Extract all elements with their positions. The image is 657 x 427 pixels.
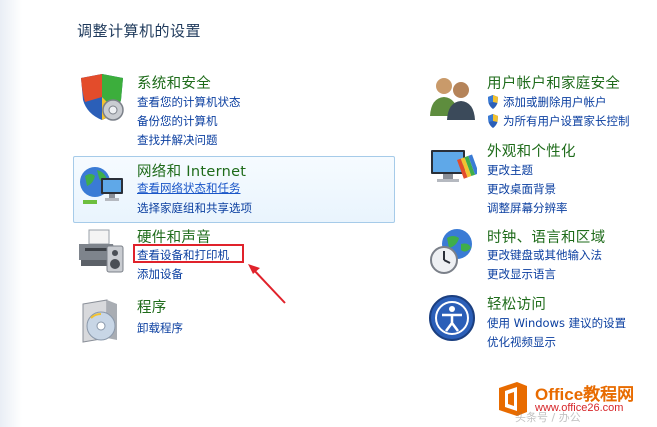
category-title-system[interactable]: 系统和安全 [137,72,211,93]
network-globe-icon [77,160,127,210]
users-icon [427,72,477,122]
link-change-keyboard-input[interactable]: 更改键盘或其他输入法 [487,247,602,263]
red-arrow-icon [248,264,286,304]
uac-shield-icon [488,95,498,109]
link-view-computer-status[interactable]: 查看您的计算机状态 [137,94,241,110]
appearance-monitor-icon [427,140,477,190]
category-title-ease[interactable]: 轻松访问 [487,293,546,314]
clock-globe-icon [427,226,477,276]
link-add-device[interactable]: 添加设备 [137,266,183,282]
link-windows-recommended-settings[interactable]: 使用 Windows 建议的设置 [487,315,626,331]
link-label: 添加或删除用户帐户 [503,95,607,109]
watermark-faint-text: 头条号 / 办公 [515,411,581,424]
category-programs: 程序 卸载程序 [77,296,377,346]
category-system-security: 系统和安全 查看您的计算机状态 备份您的计算机 查找并解决问题 [77,72,377,152]
link-screen-resolution[interactable]: 调整屏幕分辨率 [487,200,568,216]
category-title-user[interactable]: 用户帐户和家庭安全 [487,72,620,93]
link-optimize-visual-display[interactable]: 优化视频显示 [487,334,556,350]
category-user-accounts: 用户帐户和家庭安全 添加或删除用户帐户 为所有用户设置家长控制 [427,72,657,132]
uac-shield-icon [488,114,498,128]
link-uninstall-program[interactable]: 卸载程序 [137,320,183,336]
category-ease-of-access: 轻松访问 使用 Windows 建议的设置 优化视频显示 [427,293,657,353]
category-title-network[interactable]: 网络和 Internet [137,160,246,181]
link-homegroup-sharing[interactable]: 选择家庭组和共享选项 [137,200,252,216]
programs-disc-box-icon [77,296,127,346]
category-title-programs[interactable]: 程序 [137,296,167,317]
link-parental-controls[interactable]: 为所有用户设置家长控制 [487,113,630,129]
watermark: Office教程网 www.office26.com 头条号 / 办公 [495,376,657,427]
highlight-box [133,244,244,263]
link-change-theme[interactable]: 更改主题 [487,162,533,178]
category-title-clock[interactable]: 时钟、语言和区域 [487,226,605,247]
printer-speaker-icon [77,226,127,276]
link-troubleshoot[interactable]: 查找并解决问题 [137,132,218,148]
link-view-network-status[interactable]: 查看网络状态和任务 [137,180,241,196]
link-change-desktop-background[interactable]: 更改桌面背景 [487,181,556,197]
category-title-appearance[interactable]: 外观和个性化 [487,140,576,161]
category-network-internet: 网络和 Internet 查看网络状态和任务 选择家庭组和共享选项 [77,160,377,220]
ease-of-access-icon [427,293,477,343]
left-gradient-strip [0,0,22,427]
category-clock-language-region: 时钟、语言和区域 更改键盘或其他输入法 更改显示语言 [427,226,657,286]
page-title: 调整计算机的设置 [77,22,202,40]
link-change-display-language[interactable]: 更改显示语言 [487,266,556,282]
link-backup-computer[interactable]: 备份您的计算机 [137,113,218,129]
link-label: 为所有用户设置家长控制 [503,114,630,128]
security-shield-icon [77,72,127,122]
link-add-remove-users[interactable]: 添加或删除用户帐户 [487,94,607,110]
category-appearance: 外观和个性化 更改主题 更改桌面背景 调整屏幕分辨率 [427,140,657,220]
